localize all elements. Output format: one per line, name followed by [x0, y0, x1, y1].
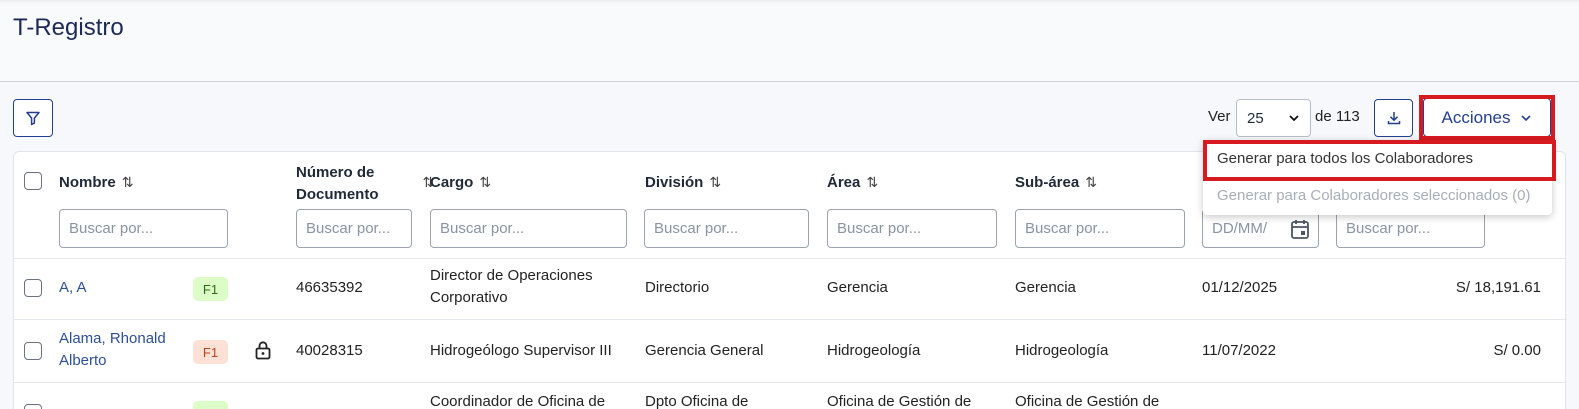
page-size-value: 25 [1247, 109, 1264, 127]
menu-item-generar-todos[interactable]: Generar para todos los Colaboradores [1217, 150, 1473, 167]
column-header-subarea[interactable]: Sub-área ⇅ [1015, 174, 1097, 191]
row-divider [14, 382, 1567, 383]
cargo-line: Corporativo [430, 289, 508, 306]
amount-cell: S/ 0.00 [1493, 342, 1541, 359]
amount-cell: S/ 18,191.61 [1455, 279, 1541, 296]
name-line: Alama, Rhonald [59, 330, 166, 347]
column-header-label: Sub-área [1015, 174, 1080, 191]
column-header-label: Documento [296, 186, 379, 203]
download-icon [1387, 112, 1400, 125]
download-button[interactable] [1374, 99, 1413, 137]
row-checkbox[interactable] [24, 404, 42, 409]
date-placeholder: DD/MM/ [1212, 220, 1267, 237]
page-size-select[interactable]: 25 [1236, 99, 1311, 137]
sort-icon[interactable]: ⇅ [866, 174, 878, 191]
lock-icon [255, 341, 271, 360]
column-header-nombre[interactable]: Nombre ⇅ [59, 174, 133, 191]
filter-button[interactable] [13, 99, 53, 137]
search-input-documento[interactable]: Buscar por... [296, 209, 412, 248]
page-size-label: Ver [1208, 108, 1231, 125]
chevron-down-icon [1521, 114, 1532, 121]
row-divider [14, 319, 1567, 320]
division-cell: Directorio [645, 279, 710, 296]
document-number: 40028315 [296, 342, 363, 359]
filter-icon [26, 111, 40, 126]
document-number: 46635392 [296, 279, 363, 296]
area-cell: Hidrogeología [827, 342, 921, 359]
subarea-cell: Gerencia [1015, 279, 1076, 296]
date-cell: 01/12/2025 [1202, 279, 1278, 296]
row-divider [14, 258, 1567, 259]
date-cell: 11/07/2022 [1202, 342, 1276, 359]
menu-item-generar-seleccionados[interactable]: Generar para Colaboradores seleccionados… [1217, 187, 1531, 204]
column-header-label: Número de [296, 164, 375, 181]
column-header-division[interactable]: División ⇅ [645, 174, 721, 191]
subarea-cell: Oficina de Gestión de [1015, 393, 1160, 409]
column-header-label: Área [827, 174, 861, 191]
chevron-down-icon [1289, 115, 1299, 122]
area-cell: Oficina de Gestión de [827, 393, 972, 409]
employee-name-link[interactable]: A, A [59, 277, 87, 299]
sort-icon[interactable]: ⇅ [122, 174, 134, 191]
cargo-cell: Coordinador de Oficina de [430, 393, 606, 409]
search-input-area[interactable]: Buscar por... [827, 209, 997, 248]
search-input-cargo[interactable]: Buscar por... [430, 209, 627, 248]
column-header-label: División [645, 174, 704, 191]
column-header-label: Cargo [430, 174, 474, 191]
column-header-area[interactable]: Área ⇅ [827, 174, 878, 191]
acciones-dropdown-menu: Generar para todos los Colaboradores Gen… [1203, 140, 1552, 215]
top-bar: T-Registro [0, 0, 1579, 82]
search-input-division[interactable]: Buscar por... [644, 209, 809, 248]
employee-name-link[interactable]: Alama, Rhonald Alberto [59, 328, 166, 372]
column-header-documento[interactable]: Número de Documento ⇅ [296, 162, 434, 206]
sort-icon[interactable]: ⇅ [709, 174, 721, 191]
acciones-button[interactable]: Acciones [1423, 98, 1551, 137]
column-header-label: Nombre [59, 174, 116, 191]
status-badge [193, 401, 228, 409]
row-checkbox[interactable] [24, 279, 42, 297]
select-all-checkbox[interactable] [24, 172, 42, 190]
row-checkbox[interactable] [24, 342, 42, 360]
status-badge: F1 [193, 340, 228, 364]
subarea-cell: Hidrogeología [1015, 342, 1109, 359]
division-cell: Gerencia General [645, 342, 764, 359]
area-cell: Gerencia [827, 279, 888, 296]
cargo-line: Director de Operaciones [430, 267, 593, 284]
total-count-label: de 113 [1315, 108, 1360, 125]
division-cell: Dpto Oficina de [645, 393, 749, 409]
name-line: Alberto [59, 352, 107, 369]
cargo-cell: Hidrogeólogo Supervisor III [430, 342, 612, 359]
acciones-label: Acciones [1441, 107, 1511, 127]
page-title: T-Registro [13, 14, 124, 41]
calendar-icon[interactable] [1290, 218, 1310, 240]
sort-icon[interactable]: ⇅ [479, 174, 491, 191]
cargo-cell: Director de Operaciones Corporativo [430, 265, 593, 309]
column-header-cargo[interactable]: Cargo ⇅ [430, 174, 491, 191]
search-input-nombre[interactable]: Buscar por... [59, 209, 228, 248]
sort-icon[interactable]: ⇅ [1085, 174, 1097, 191]
status-badge: F1 [193, 277, 228, 301]
search-input-subarea[interactable]: Buscar por... [1015, 209, 1185, 248]
